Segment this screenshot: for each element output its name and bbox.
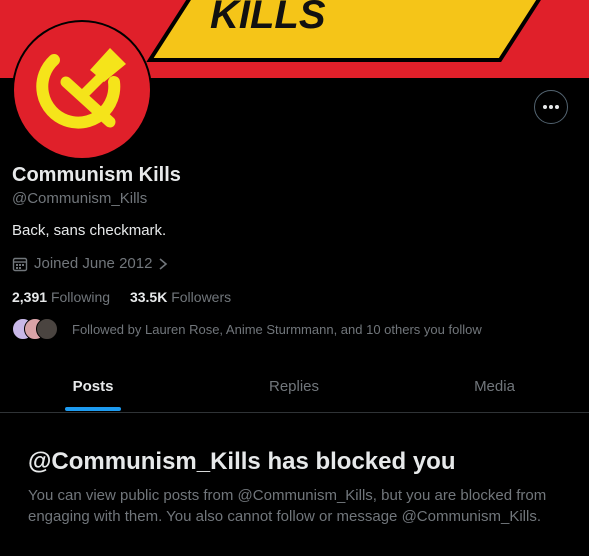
chevron-right-icon [159, 257, 168, 270]
tab-media[interactable]: Media [400, 360, 589, 412]
avatar[interactable] [12, 20, 152, 160]
follow-stats: 2,391 Following 33.5K Followers [12, 289, 247, 305]
more-dots-icon [543, 105, 559, 109]
blocked-message: You can view public posts from @Communis… [28, 487, 547, 525]
followed-by-text: Followed by Lauren Rose, Anime Sturmmann… [72, 321, 482, 337]
follower-avatars [12, 318, 60, 340]
user-handle: @Communism_Kills [12, 190, 148, 207]
banner-text: KILLS [210, 0, 326, 37]
followers-label: Followers [171, 289, 232, 305]
followers-link[interactable]: 33.5K Followers [130, 289, 231, 305]
hammer-sickle-logo [14, 22, 150, 158]
following-link[interactable]: 2,391 Following [12, 289, 110, 305]
active-tab-indicator [65, 407, 121, 411]
joined-date-row[interactable]: Joined June 2012 [12, 255, 168, 272]
tab-replies[interactable]: Replies [196, 360, 392, 412]
blocked-title: @Communism_Kills has blocked you [28, 448, 456, 475]
more-options-button[interactable] [534, 90, 568, 124]
profile-bio: Back, sans checkmark. [12, 222, 167, 239]
tab-posts[interactable]: Posts [0, 360, 186, 412]
profile-tabs: Posts Replies Media [0, 360, 589, 413]
joined-date: Joined June 2012 [34, 255, 153, 272]
following-count: 2,391 [12, 289, 48, 305]
display-name: Communism Kills [12, 164, 181, 186]
followed-by-row[interactable]: Followed by Lauren Rose, Anime Sturmmann… [12, 318, 482, 340]
follower-avatar [36, 318, 58, 340]
followers-count: 33.5K [129, 289, 168, 305]
calendar-icon [12, 257, 28, 271]
following-label: Following [50, 289, 111, 305]
